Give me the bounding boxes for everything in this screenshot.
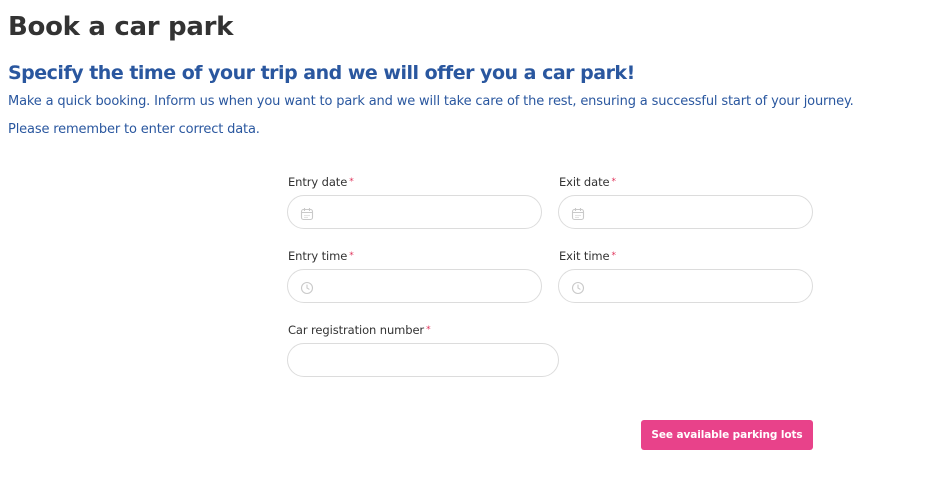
exit-time-input[interactable] <box>595 270 798 302</box>
required-marker: * <box>426 325 431 335</box>
see-available-parking-lots-button[interactable]: See available parking lots <box>641 420 813 450</box>
page-subtitle: Specify the time of your trip and we wil… <box>8 62 635 84</box>
entry-time-input[interactable] <box>324 270 527 302</box>
clock-icon <box>571 280 585 295</box>
exit-time-label: Exit time * <box>559 249 616 263</box>
page-title: Book a car park <box>8 12 234 42</box>
required-marker: * <box>611 177 616 187</box>
required-marker: * <box>349 177 354 187</box>
registration-field[interactable] <box>287 343 559 377</box>
entry-date-label: Entry date * <box>288 175 354 189</box>
registration-input[interactable] <box>304 344 544 376</box>
entry-date-field[interactable] <box>287 195 542 229</box>
entry-date-input[interactable] <box>324 196 527 228</box>
entry-time-label-text: Entry time <box>288 249 348 263</box>
exit-date-input[interactable] <box>595 196 798 228</box>
entry-date-label-text: Entry date <box>288 175 348 189</box>
intro-text: Make a quick booking. Inform us when you… <box>8 94 854 109</box>
required-marker: * <box>611 251 617 261</box>
required-marker: * <box>349 251 354 261</box>
exit-date-field[interactable] <box>558 195 813 229</box>
registration-label-text: Car registration number <box>288 323 425 337</box>
entry-time-field[interactable] <box>287 269 542 303</box>
calendar-icon <box>571 206 585 221</box>
exit-time-field[interactable] <box>558 269 813 303</box>
data-reminder-text: Please remember to enter correct data. <box>8 122 260 137</box>
exit-date-label-text: Exit date <box>559 175 610 189</box>
exit-date-label: Exit date * <box>559 175 616 189</box>
clock-icon <box>300 280 314 295</box>
exit-time-label-text: Exit time <box>559 249 610 263</box>
calendar-icon <box>300 206 314 221</box>
registration-label: Car registration number * <box>288 323 431 337</box>
entry-time-label: Entry time * <box>288 249 354 263</box>
